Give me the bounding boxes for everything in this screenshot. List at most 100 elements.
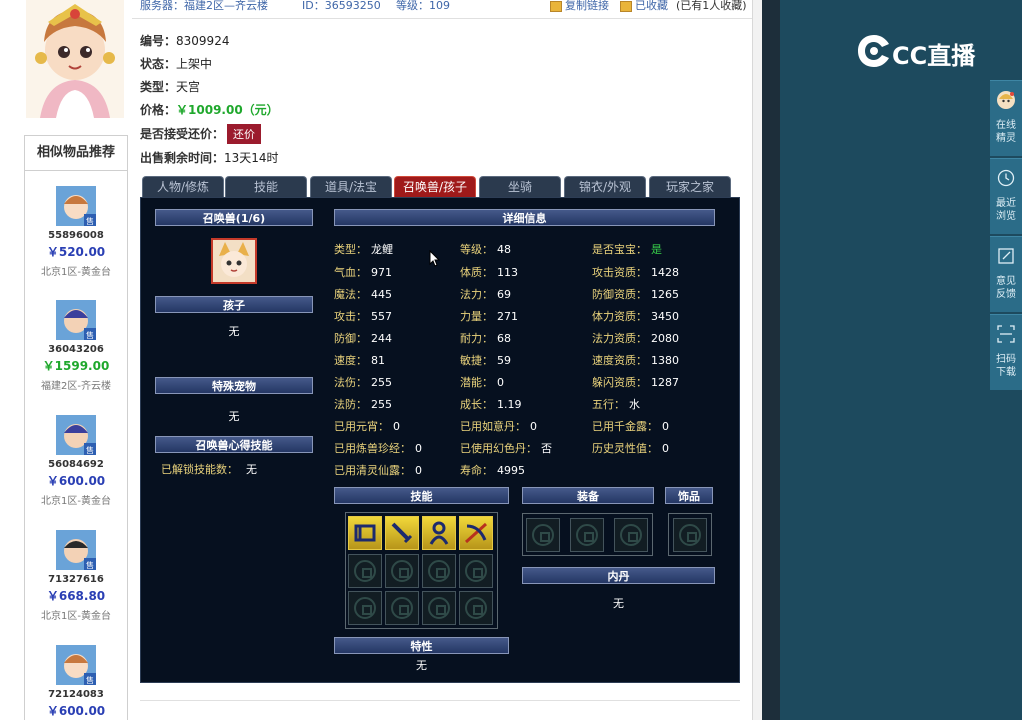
tab-mount[interactable]: 坐骑: [479, 176, 561, 198]
equipment-slot[interactable]: [526, 518, 560, 552]
ornament-header: 饰品: [665, 487, 713, 504]
attr-used-yuanxiao: 已用元宵： 0: [334, 420, 400, 433]
attr-magic: 法力： 69: [460, 288, 511, 301]
ornament-slot[interactable]: [673, 518, 707, 552]
cc-logo-icon: [858, 35, 889, 67]
online-assistant-button[interactable]: 在线 精灵: [990, 80, 1022, 156]
tab-home[interactable]: 玩家之家: [649, 176, 731, 198]
similar-item-thumbnail[interactable]: 售: [56, 186, 96, 226]
figure-skill-icon[interactable]: [422, 516, 456, 550]
attr-level: 等级： 48: [460, 243, 511, 256]
svg-text:售: 售: [86, 560, 94, 570]
similar-item-server: 北京1区-黄金台: [41, 611, 111, 622]
tab-appearance[interactable]: 锦衣/外观: [564, 176, 646, 198]
summon-list-header: 召唤兽(1/6): [155, 209, 313, 226]
summon-portrait[interactable]: [211, 238, 257, 284]
attr-growth: 成长： 1.19: [460, 398, 522, 411]
empty-skill-slot: [385, 591, 419, 625]
tab-skills[interactable]: 技能: [225, 176, 307, 198]
attr-magic-defense: 法防： 255: [334, 398, 392, 411]
inner-dan-value: 无: [613, 597, 624, 610]
attr-used-dew: 已用清灵仙露： 0: [334, 464, 422, 477]
similar-item-thumbnail[interactable]: 售: [56, 530, 96, 570]
similar-item[interactable]: 售 55896008 ￥520.00 北京1区-黄金台: [25, 186, 127, 278]
special-pet-value: 无: [228, 410, 240, 423]
equipment-slot[interactable]: [570, 518, 604, 552]
similar-items-panel: 相似物品推荐 售 55896008 ￥520.00 北京1区-黄金台 售 360…: [24, 135, 128, 720]
attr-type: 类型： 龙鲤: [334, 243, 393, 256]
bow-skill-icon[interactable]: [348, 516, 382, 550]
trade-page: 服务器：福建2区—齐云楼 ID：36593250 等级：109 复制链接 已收藏…: [0, 0, 762, 720]
similar-items-title: 相似物品推荐: [25, 136, 127, 171]
similar-item[interactable]: 售 72124083 ￥600.00: [25, 645, 127, 719]
attr-mp: 魔法： 445: [334, 288, 392, 301]
tab-items[interactable]: 道具/法宝: [310, 176, 392, 198]
similar-item-server: 北京1区-黄金台: [41, 496, 111, 507]
attr-attack-aptitude: 攻击资质： 1428: [592, 266, 679, 279]
favorite-count: (已有1人收藏): [676, 0, 747, 12]
attr-potential: 潜能： 0: [460, 376, 504, 389]
header-row: 服务器：福建2区—齐云楼 ID：36593250 等级：109 复制链接 已收藏…: [140, 0, 750, 12]
attr-agility: 敏捷： 59: [460, 354, 511, 367]
child-value: 无: [228, 325, 240, 338]
equipment-header: 装备: [522, 487, 654, 504]
special-pet-header: 特殊宠物: [155, 377, 313, 394]
brand-logo: CC直播: [856, 32, 996, 72]
server-text: 服务器：福建2区—齐云楼: [140, 0, 268, 12]
svg-text:售: 售: [86, 675, 94, 685]
attr-dodge-aptitude: 躲闪资质： 1287: [592, 376, 679, 389]
attr-speed-aptitude: 速度资质： 1380: [592, 354, 679, 367]
skills-grid: [345, 512, 498, 629]
sword-skill-icon[interactable]: [385, 516, 419, 550]
item-type-row: 类型：天宫: [140, 80, 201, 94]
role-level-text: 等级：109: [396, 0, 450, 12]
unlocked-skills-row: 已解锁技能数：无: [161, 463, 257, 476]
similar-item-price: ￥520.00: [46, 245, 106, 259]
empty-skill-slot: [385, 554, 419, 588]
item-status-row: 状态：上架中: [140, 57, 213, 71]
similar-item-id: 72124083: [48, 689, 104, 700]
favorite-icon: [620, 0, 632, 12]
attr-is-baby: 是否宝宝：是: [592, 243, 662, 256]
similar-item-id: 56084692: [48, 459, 104, 470]
similar-item[interactable]: 售 71327616 ￥668.80 北京1区-黄金台: [25, 530, 127, 622]
scan-download-button[interactable]: 扫码 下载: [990, 314, 1022, 390]
copy-link-button[interactable]: 复制链接: [550, 0, 609, 12]
similar-item-thumbnail[interactable]: 售: [56, 300, 96, 340]
skills-header: 技能: [334, 487, 509, 504]
tab-summons[interactable]: 召唤兽/孩子: [394, 176, 476, 198]
equipment-slot[interactable]: [614, 518, 648, 552]
copy-icon: [550, 0, 562, 12]
attr-hp: 气血： 971: [334, 266, 392, 279]
similar-item-server: 北京1区-黄金台: [41, 267, 111, 278]
empty-skill-slot: [422, 591, 456, 625]
similar-item-thumbnail[interactable]: 售: [56, 415, 96, 455]
attr-attack: 攻击： 557: [334, 310, 392, 323]
similar-item-price: ￥600.00: [46, 474, 106, 488]
empty-skill-slot: [348, 554, 382, 588]
similar-item[interactable]: 售 56084692 ￥600.00 北京1区-黄金台: [25, 415, 127, 507]
detail-tabs: 人物/修炼 技能 道具/法宝 召唤兽/孩子 坐骑 锦衣/外观 玩家之家: [140, 176, 740, 198]
trait-header: 特性: [334, 637, 509, 654]
item-bargain-row: 是否接受还价： 还价: [140, 124, 262, 144]
feedback-button[interactable]: 意见 反馈: [990, 236, 1022, 312]
trait-value: 无: [416, 659, 427, 672]
attr-used-color-pill: 已使用幻色丹：否: [460, 442, 552, 455]
recently-viewed-button[interactable]: 最近 浏览: [990, 158, 1022, 234]
favorite-button[interactable]: 已收藏: [620, 0, 668, 12]
attr-history-spirit: 历史灵性值： 0: [592, 442, 669, 455]
bargain-button[interactable]: 还价: [227, 124, 262, 144]
tab-character[interactable]: 人物/修炼: [142, 176, 224, 198]
summon-detail-panel: 召唤兽(1/6) 孩子 无 特殊宠物 无 召唤兽心得技能 已解锁技能数：无 详细…: [140, 197, 740, 683]
attr-endurance: 耐力： 68: [460, 332, 511, 345]
similar-item-thumbnail[interactable]: 售: [56, 645, 96, 685]
item-price-row: 价格：￥1009.00（元）: [140, 103, 279, 117]
attr-magic-aptitude: 法力资质： 2080: [592, 332, 679, 345]
detail-info-header: 详细信息: [334, 209, 715, 226]
attr-defense: 防御： 244: [334, 332, 392, 345]
crossbow-skill-icon[interactable]: [459, 516, 493, 550]
avatar-icon: [997, 91, 1015, 109]
similar-item[interactable]: 售 36043206 ￥1599.00 福建2区-齐云楼: [25, 300, 127, 392]
attr-element: 五行：水: [592, 398, 640, 411]
similar-item-server: 福建2区-齐云楼: [41, 381, 111, 392]
